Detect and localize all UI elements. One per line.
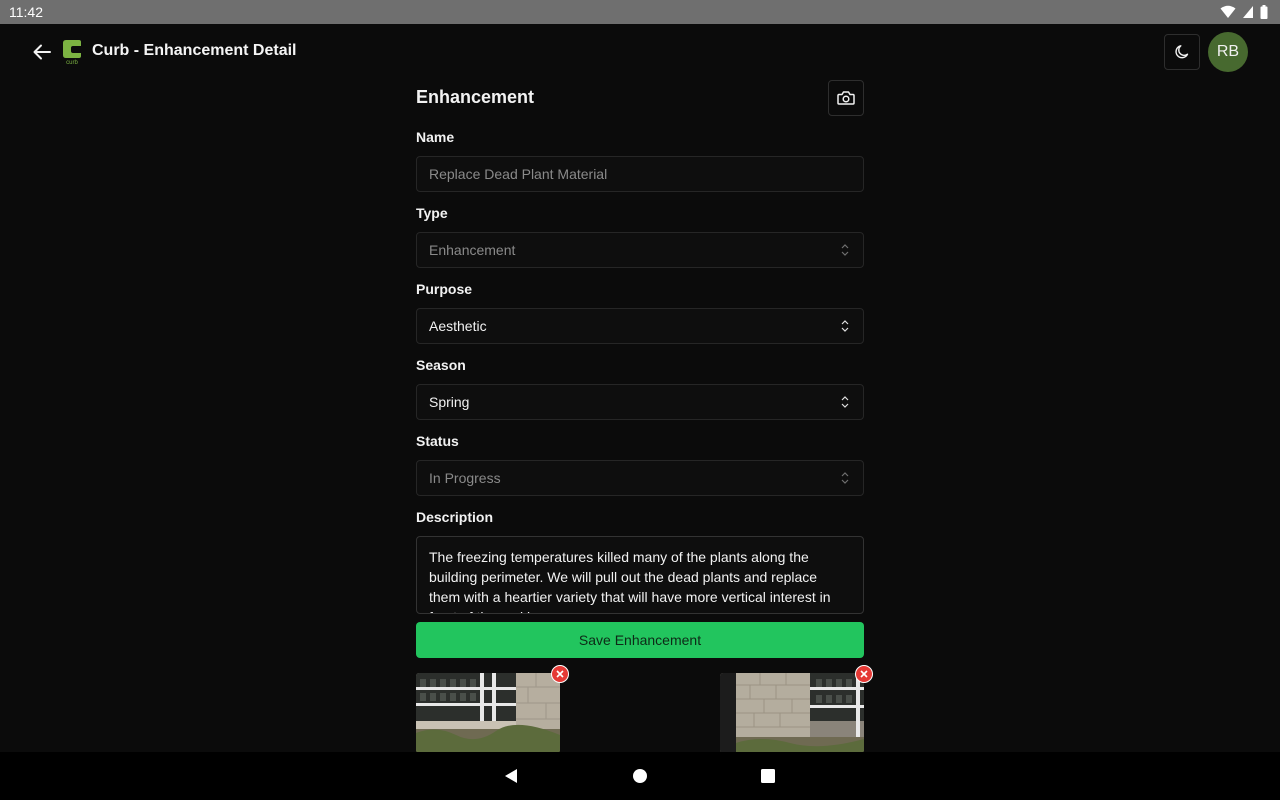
chevron-up-down-icon — [841, 244, 849, 256]
name-placeholder: Replace Dead Plant Material — [429, 166, 608, 182]
square-recents-icon — [761, 769, 775, 783]
form-header: Enhancement — [416, 80, 864, 116]
app-title: Curb - Enhancement Detail — [92, 42, 297, 59]
status-time: 11:42 — [9, 4, 43, 20]
save-enhancement-button[interactable]: Save Enhancement — [416, 622, 864, 658]
arrow-left-icon — [33, 44, 51, 60]
nav-back-button[interactable] — [501, 766, 521, 786]
navigation-bar — [0, 752, 1280, 800]
name-field[interactable]: Replace Dead Plant Material — [416, 156, 864, 192]
circle-home-icon — [633, 769, 647, 783]
description-label: Description — [416, 509, 494, 525]
nav-recents-button[interactable] — [758, 766, 778, 786]
curb-logo: curb — [60, 39, 84, 66]
chevron-up-down-icon — [841, 396, 849, 408]
form-title: Enhancement — [416, 87, 535, 107]
delete-photo-button[interactable] — [551, 665, 569, 683]
type-value: Enhancement — [429, 242, 516, 258]
triangle-back-icon — [505, 769, 517, 783]
photo-thumbnail[interactable] — [416, 673, 560, 753]
purpose-value: Aesthetic — [429, 318, 487, 334]
app-bar: curb Curb - Enhancement Detail RB — [0, 24, 1280, 80]
status-icons — [1220, 5, 1268, 19]
close-icon — [860, 670, 868, 678]
battery-icon — [1260, 5, 1268, 19]
cell-signal-icon — [1243, 6, 1253, 18]
nav-home-button[interactable] — [630, 766, 650, 786]
description-textarea[interactable]: The freezing temperatures killed many of… — [416, 536, 864, 614]
delete-photo-button[interactable] — [855, 665, 873, 683]
wifi-icon — [1220, 5, 1236, 18]
status-select[interactable]: In Progress — [416, 460, 864, 496]
type-select[interactable]: Enhancement — [416, 232, 864, 268]
photo-thumbnail[interactable] — [720, 673, 864, 753]
moon-icon — [1175, 45, 1189, 59]
theme-toggle-button[interactable] — [1164, 34, 1200, 70]
enhancement-form: Enhancement Name Replace Dead Plant Mate… — [416, 80, 864, 658]
avatar[interactable]: RB — [1208, 32, 1248, 72]
purpose-label: Purpose — [416, 281, 473, 297]
camera-button[interactable] — [828, 80, 864, 116]
status-label: Status — [416, 433, 459, 449]
status-value: In Progress — [429, 470, 501, 486]
purpose-select[interactable]: Aesthetic — [416, 308, 864, 344]
season-label: Season — [416, 357, 466, 373]
camera-icon — [837, 91, 855, 105]
status-bar: 11:42 — [0, 0, 1280, 24]
back-button[interactable] — [30, 40, 54, 64]
type-label: Type — [416, 205, 448, 221]
close-icon — [556, 670, 564, 678]
season-value: Spring — [429, 394, 470, 410]
name-label: Name — [416, 129, 455, 145]
chevron-up-down-icon — [841, 472, 849, 484]
season-select[interactable]: Spring — [416, 384, 864, 420]
chevron-up-down-icon — [841, 320, 849, 332]
logo-text: curb — [66, 60, 78, 65]
